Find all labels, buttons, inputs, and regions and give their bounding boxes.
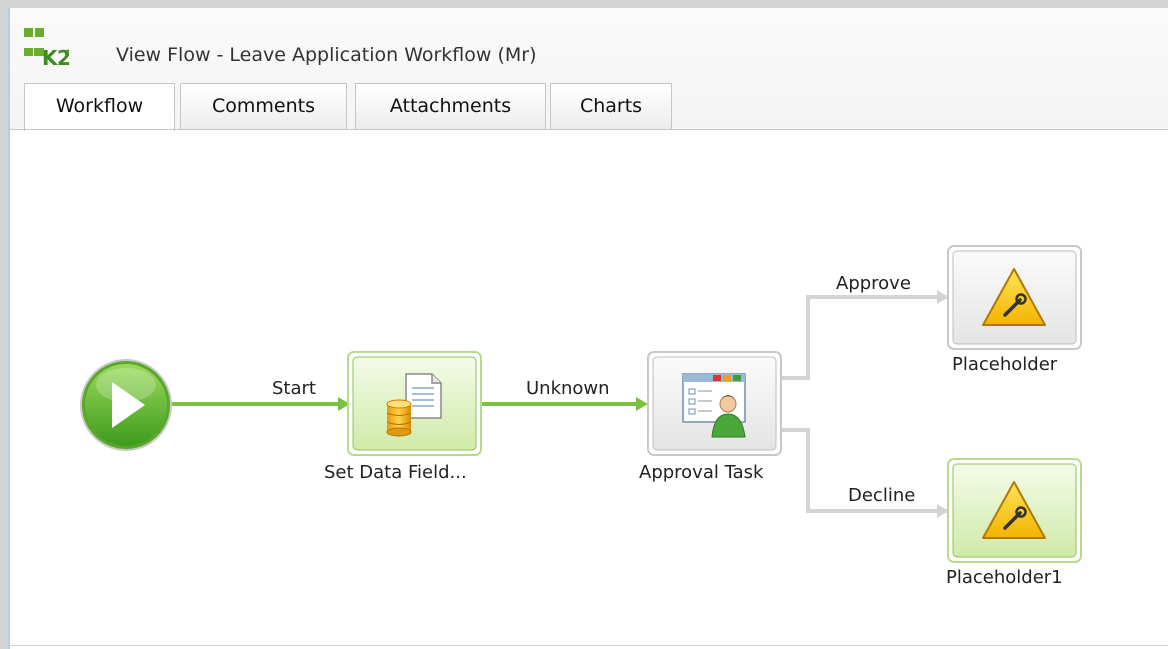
placeholder1-node[interactable] xyxy=(947,458,1082,563)
line-label-approve: Approve xyxy=(836,273,911,294)
line-start[interactable] xyxy=(170,397,350,411)
line-approve[interactable] xyxy=(782,290,949,380)
view-flow-window: K2 • View Flow - Leave Application Workf… xyxy=(0,0,1168,649)
line-unknown[interactable] xyxy=(482,397,648,411)
node-label-placeholder1: Placeholder1 xyxy=(946,567,1063,588)
placeholder-node[interactable] xyxy=(947,245,1082,350)
approval-task-node[interactable] xyxy=(647,351,782,456)
node-label-approval-task: Approval Task xyxy=(639,462,764,483)
line-label-unknown: Unknown xyxy=(526,378,610,399)
window-bottom-border xyxy=(8,645,1168,646)
start-event-node[interactable] xyxy=(80,359,172,451)
node-label-placeholder: Placeholder xyxy=(952,354,1058,375)
line-label-decline: Decline xyxy=(848,485,916,506)
set-data-field-node[interactable] xyxy=(347,351,482,456)
workflow-diagram xyxy=(80,245,1082,563)
line-label-start: Start xyxy=(272,378,316,399)
node-label-set-data-field: Set Data Field... xyxy=(324,462,467,483)
